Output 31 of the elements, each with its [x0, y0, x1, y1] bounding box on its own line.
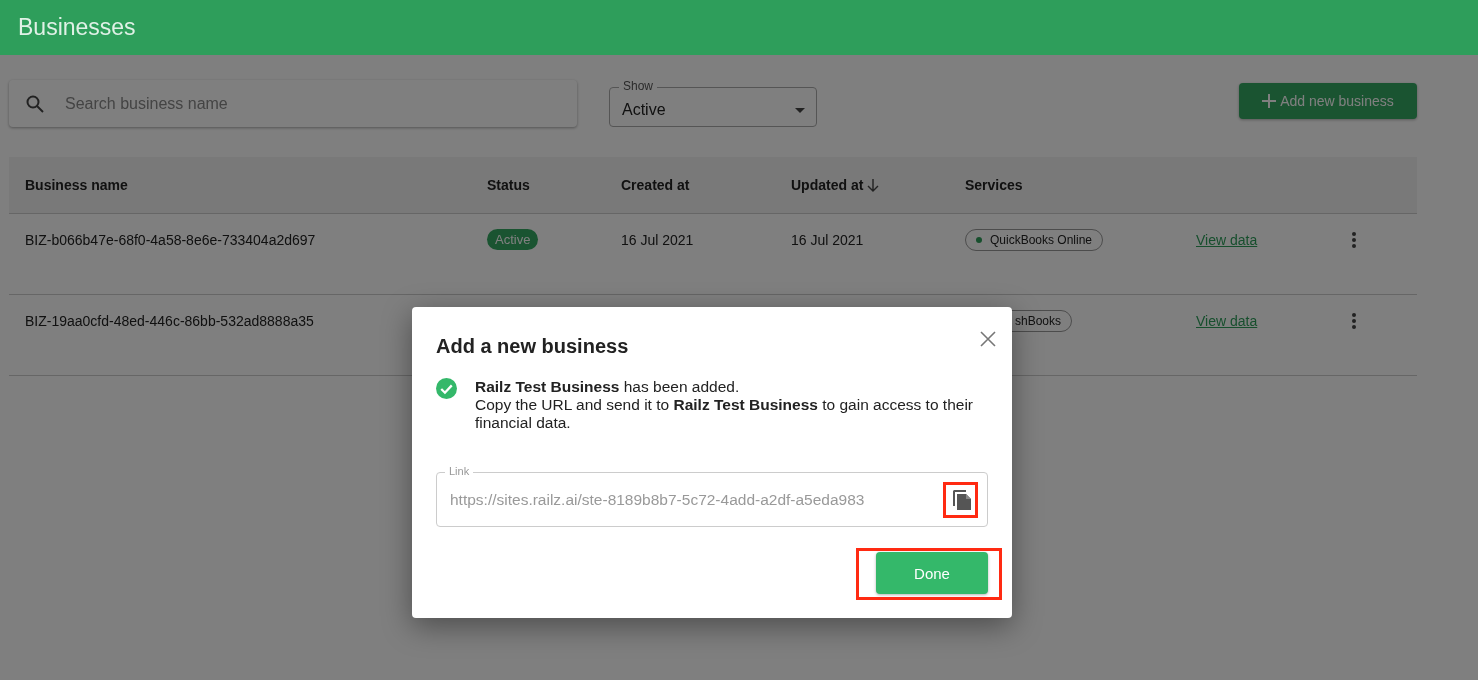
message-text: Railz Test Business has been added.	[475, 378, 741, 396]
column-header[interactable]: Updated at	[791, 177, 864, 193]
search-icon	[26, 95, 44, 113]
message-text: Copy the URL and send it to Railz Test Business to gain access to their financial data.	[475, 396, 974, 432]
field-label: Show	[619, 79, 658, 93]
add-business-button[interactable]: Add new business	[1239, 83, 1417, 119]
sort-arrow-icon[interactable]	[867, 178, 880, 192]
column-header[interactable]: Services	[965, 177, 1023, 193]
column-header[interactable]: Status	[487, 177, 530, 193]
date-cell: 16 Jul 2021	[621, 231, 694, 248]
page-title: Businesses	[18, 14, 136, 41]
business-name: BIZ-19aa0cfd-48ed-446c-86bb-532ad8888a35	[25, 312, 315, 329]
business-name: BIZ-b066b47e-68f0-4a58-8e6e-733404a2d697	[25, 231, 317, 248]
status-badge: Active	[487, 229, 539, 250]
date-cell: 16 Jul 2021	[791, 231, 864, 248]
more-icon[interactable]	[1352, 230, 1356, 249]
view-data-link[interactable]: View data	[1196, 231, 1258, 248]
status-dot	[976, 236, 982, 243]
column-header[interactable]: Business name	[25, 177, 128, 193]
caret-icon	[795, 107, 805, 113]
done-button[interactable]: Done	[876, 552, 988, 594]
more-icon[interactable]	[1352, 311, 1356, 330]
dialog-title: Add a new business	[436, 335, 630, 358]
search-field[interactable]: Search business name	[9, 80, 577, 127]
field-label: Link	[445, 465, 474, 478]
close-icon[interactable]	[980, 331, 996, 347]
check-circle-icon	[436, 378, 457, 399]
view-data-link[interactable]: View data	[1196, 312, 1258, 329]
copy-icon	[952, 488, 972, 510]
plus-icon	[1262, 94, 1277, 108]
column-header[interactable]: Created at	[621, 177, 690, 193]
